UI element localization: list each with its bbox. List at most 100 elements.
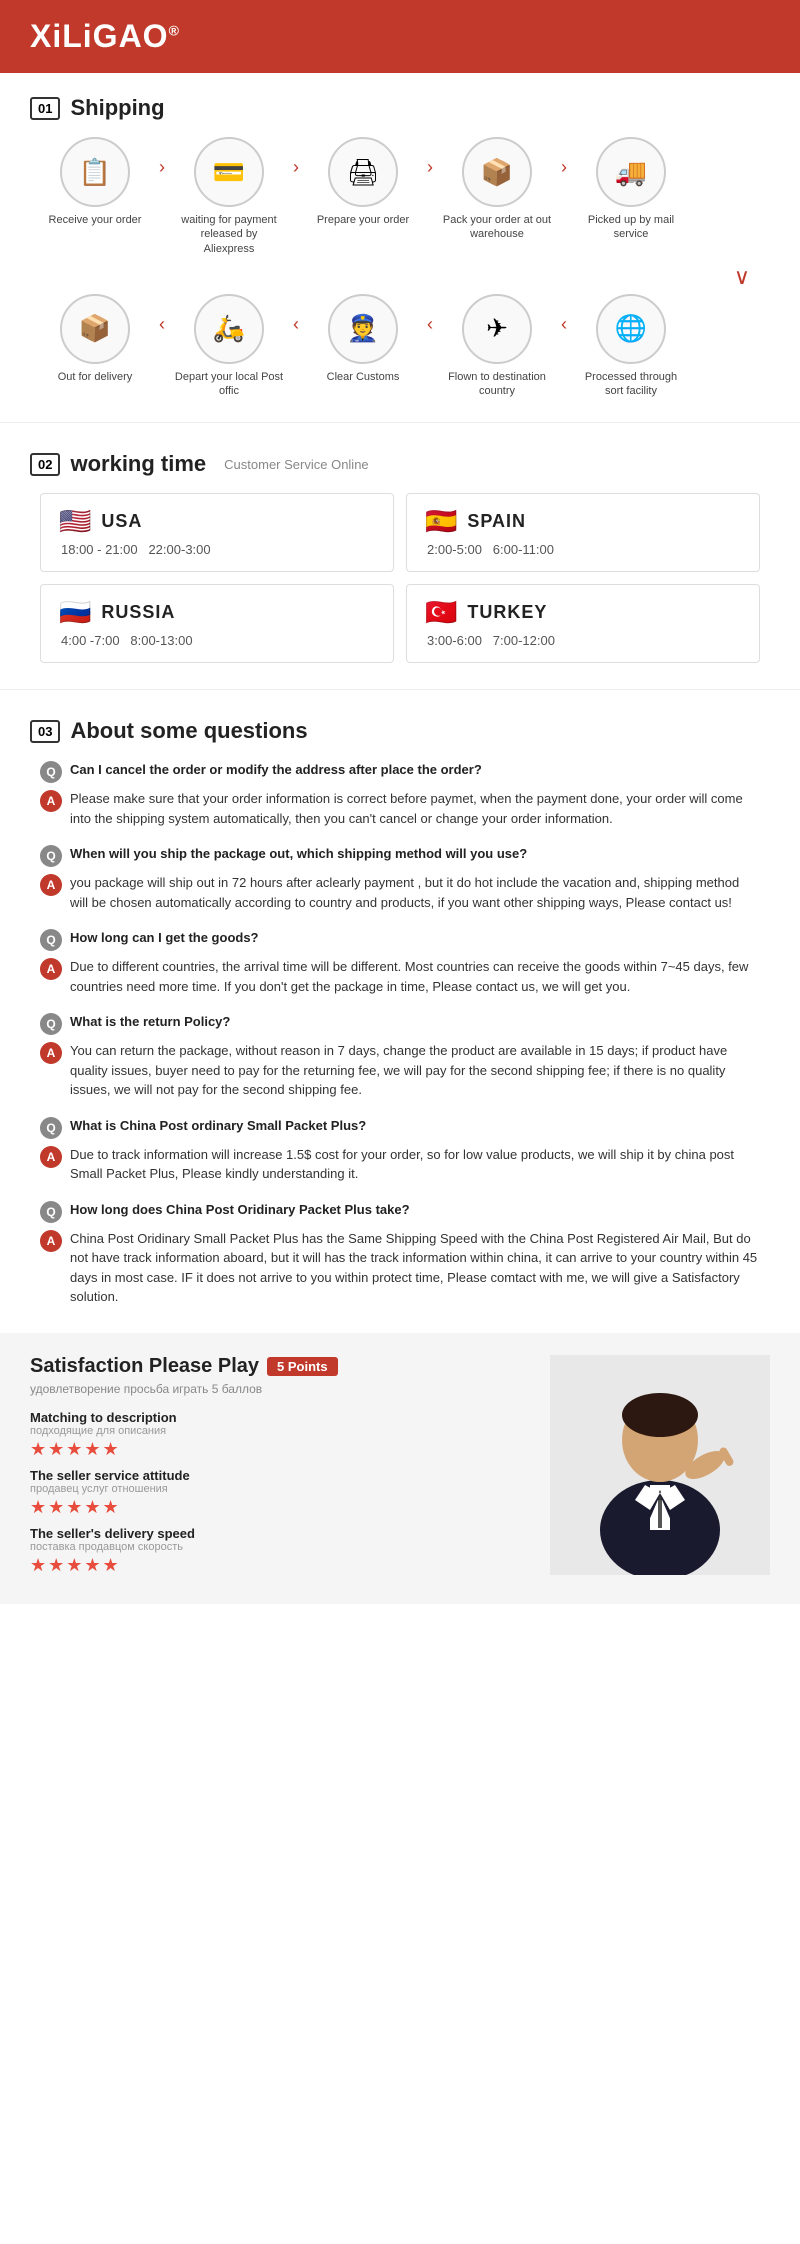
country-name-usa: USA xyxy=(101,511,142,532)
step-label-out-delivery: Out for delivery xyxy=(58,370,133,384)
country-card-russia: 🇷🇺 RUSSIA 4:00 -7:00 8:00-13:00 xyxy=(40,584,394,663)
faq-a-text-1: Please make sure that your order informa… xyxy=(70,789,760,828)
person-illustration xyxy=(550,1355,770,1575)
faq-a-text-4: You can return the package, without reas… xyxy=(70,1041,760,1100)
faq-a-badge-6: A xyxy=(40,1230,62,1252)
faq-q-badge-6: Q xyxy=(40,1201,62,1223)
faq-a-text-5: Due to track information will increase 1… xyxy=(70,1145,760,1184)
rating-stars-1: ★★★★★ xyxy=(30,1439,530,1460)
rating-stars-2: ★★★★★ xyxy=(30,1497,530,1518)
faq-a-4: A You can return the package, without re… xyxy=(40,1041,760,1100)
faq-a-6: A China Post Oridinary Small Packet Plus… xyxy=(40,1229,760,1307)
step-label-payment: waiting for payment released by Aliexpre… xyxy=(174,213,284,256)
step-icon-prepare: 🖨 xyxy=(328,137,398,207)
faq-a-5: A Due to track information will increase… xyxy=(40,1145,760,1184)
step-icon-pickup: 🚚 xyxy=(596,137,666,207)
step-icon-receive: 📋 xyxy=(60,137,130,207)
satisfaction-title: Satisfaction Please Play 5 Points xyxy=(30,1355,530,1378)
step-depart-local: 🛵 Depart your local Post offic xyxy=(174,294,284,399)
working-time-title: 02 working time Customer Service Online xyxy=(30,451,770,477)
shipping-section-num: 01 xyxy=(30,97,60,120)
flag-turkey: 🇹🇷 xyxy=(425,599,457,625)
faq-a-2: A you package will ship out in 72 hours … xyxy=(40,873,760,912)
faq-item-4: Q What is the return Policy? A You can r… xyxy=(30,1012,770,1100)
shipping-title: 01 Shipping xyxy=(30,95,770,121)
shipping-row2: 📦 Out for delivery ‹ 🛵 Depart your local… xyxy=(30,294,770,399)
country-name-row-turkey: 🇹🇷 TURKEY xyxy=(425,599,741,625)
country-name-spain: SPAIN xyxy=(467,511,526,532)
faq-q-2: Q When will you ship the package out, wh… xyxy=(40,844,760,867)
logo: XiLiGAO® xyxy=(30,18,180,55)
arrow-down: ∨ xyxy=(30,264,770,290)
step-icon-pack: 📦 xyxy=(462,137,532,207)
faq-a-text-2: you package will ship out in 72 hours af… xyxy=(70,873,760,912)
faq-a-1: A Please make sure that your order infor… xyxy=(40,789,760,828)
rating-sublabel-2: продавец услуг отношения xyxy=(30,1483,530,1495)
country-card-turkey: 🇹🇷 TURKEY 3:00-6:00 7:00-12:00 xyxy=(406,584,760,663)
step-label-flown: Flown to destination country xyxy=(442,370,552,399)
faq-item-5: Q What is China Post ordinary Small Pack… xyxy=(30,1116,770,1184)
faq-a-badge-1: A xyxy=(40,790,62,812)
working-time-grid: 🇺🇸 USA 18:00 - 21:00 22:00-3:00 🇪🇸 SPAIN… xyxy=(30,493,770,663)
step-label-receive: Receive your order xyxy=(49,213,142,227)
faq-q-5: Q What is China Post ordinary Small Pack… xyxy=(40,1116,760,1139)
rating-label-1: Matching to description xyxy=(30,1410,530,1425)
flag-russia: 🇷🇺 xyxy=(59,599,91,625)
faq-q-6: Q How long does China Post Oridinary Pac… xyxy=(40,1200,760,1223)
step-receive-order: 📋 Receive your order xyxy=(40,137,150,227)
rating-item-2: The seller service attitude продавец усл… xyxy=(30,1468,530,1518)
faq-q-text-3: How long can I get the goods? xyxy=(70,928,259,948)
step-label-sort: Processed through sort facility xyxy=(576,370,686,399)
shipping-row1: 📋 Receive your order › 💳 waiting for pay… xyxy=(30,137,770,256)
working-time-num: 02 xyxy=(30,453,60,476)
faq-a-badge-4: A xyxy=(40,1042,62,1064)
rating-stars-3: ★★★★★ xyxy=(30,1555,530,1576)
step-sort-facility: 🌐 Processed through sort facility xyxy=(576,294,686,399)
country-name-row-russia: 🇷🇺 RUSSIA xyxy=(59,599,375,625)
faq-q-text-4: What is the return Policy? xyxy=(70,1012,230,1032)
arrow-5: ‹ xyxy=(150,314,174,335)
step-prepare-order: 🖨 Prepare your order xyxy=(308,137,418,227)
faq-a-badge-3: A xyxy=(40,958,62,980)
country-name-row-spain: 🇪🇸 SPAIN xyxy=(425,508,741,534)
flag-usa: 🇺🇸 xyxy=(59,508,91,534)
arrow-1: › xyxy=(150,157,174,178)
rating-label-2: The seller service attitude xyxy=(30,1468,530,1483)
rating-label-3: The seller's delivery speed xyxy=(30,1526,530,1541)
step-flown: ✈ Flown to destination country xyxy=(442,294,552,399)
faq-section: 03 About some questions Q Can I cancel t… xyxy=(0,696,800,1333)
arrow-8: ‹ xyxy=(552,314,576,335)
step-waiting-payment: 💳 waiting for payment released by Aliexp… xyxy=(174,137,284,256)
satisfaction-title-text: Satisfaction Please Play xyxy=(30,1355,259,1378)
faq-q-text-1: Can I cancel the order or modify the add… xyxy=(70,760,482,780)
shipping-section: 01 Shipping 📋 Receive your order › 💳 wai… xyxy=(0,73,800,416)
faq-q-3: Q How long can I get the goods? xyxy=(40,928,760,951)
country-name-turkey: TURKEY xyxy=(467,602,547,623)
logo-reg: ® xyxy=(169,22,180,38)
step-clear-customs: 👮 Clear Customs xyxy=(308,294,418,384)
step-icon-sort: 🌐 xyxy=(596,294,666,364)
step-label-customs: Clear Customs xyxy=(327,370,400,384)
faq-item-6: Q How long does China Post Oridinary Pac… xyxy=(30,1200,770,1307)
faq-q-text-6: How long does China Post Oridinary Packe… xyxy=(70,1200,410,1220)
arrow-2: › xyxy=(284,157,308,178)
faq-a-badge-2: A xyxy=(40,874,62,896)
faq-section-label: About some questions xyxy=(70,718,307,744)
step-icon-flown: ✈ xyxy=(462,294,532,364)
step-label-pack: Pack your order at out warehouse xyxy=(442,213,552,242)
rating-sublabel-1: подходящие для описания xyxy=(30,1425,530,1437)
step-out-delivery: 📦 Out for delivery xyxy=(40,294,150,384)
country-hours-spain: 2:00-5:00 6:00-11:00 xyxy=(425,542,741,557)
satisfaction-left: Satisfaction Please Play 5 Points удовле… xyxy=(30,1355,530,1584)
country-hours-turkey: 3:00-6:00 7:00-12:00 xyxy=(425,633,741,648)
faq-a-text-6: China Post Oridinary Small Packet Plus h… xyxy=(70,1229,760,1307)
faq-a-badge-5: A xyxy=(40,1146,62,1168)
step-icon-out-delivery: 📦 xyxy=(60,294,130,364)
step-label-pickup: Picked up by mail service xyxy=(576,213,686,242)
rating-sublabel-3: поставка продавцом скорость xyxy=(30,1541,530,1553)
faq-section-num: 03 xyxy=(30,720,60,743)
step-icon-depart: 🛵 xyxy=(194,294,264,364)
country-card-spain: 🇪🇸 SPAIN 2:00-5:00 6:00-11:00 xyxy=(406,493,760,572)
step-pack-order: 📦 Pack your order at out warehouse xyxy=(442,137,552,242)
satisfaction-subtitle: удовлетворение просьба играть 5 баллов xyxy=(30,1382,530,1396)
